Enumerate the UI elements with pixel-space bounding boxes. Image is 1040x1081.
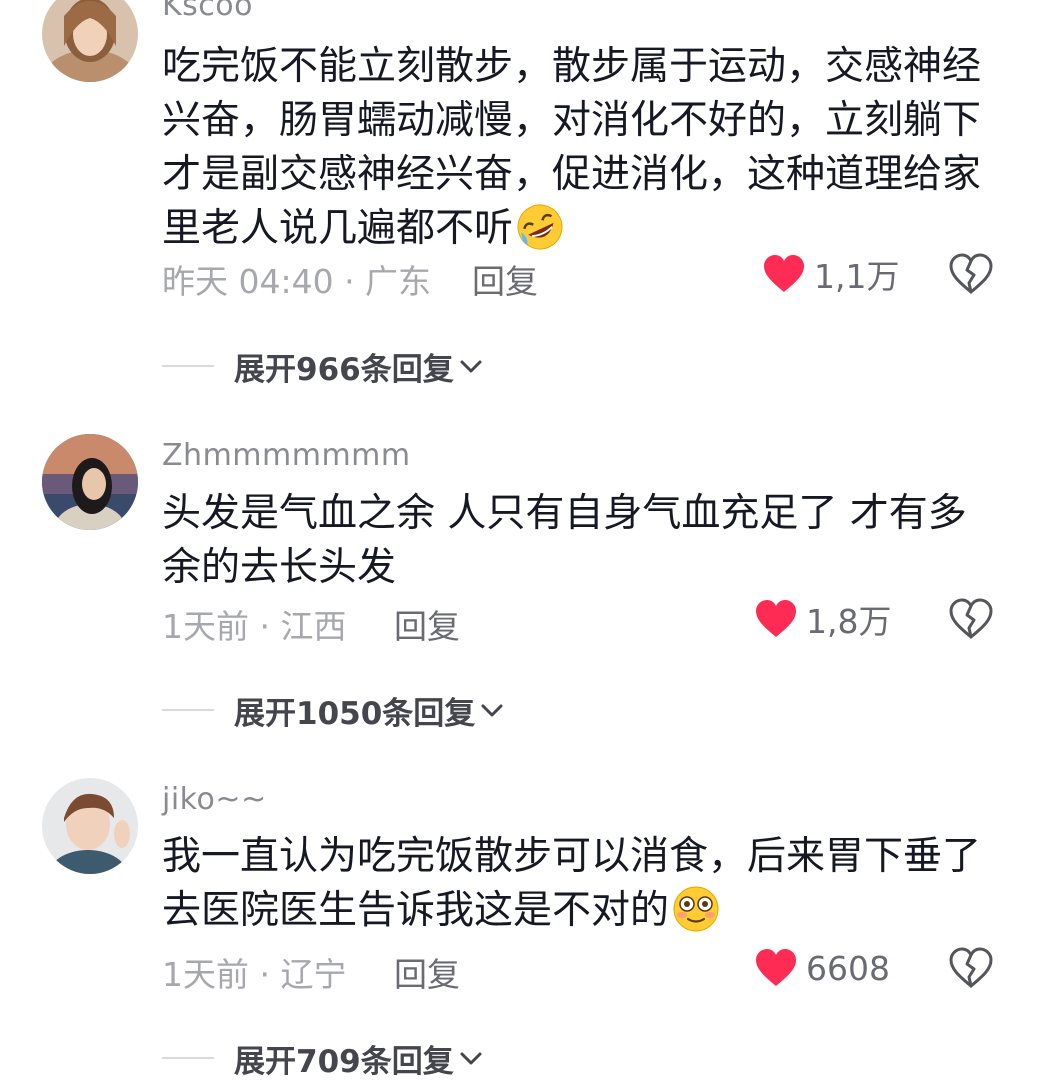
like-count: 1,1万 xyxy=(814,257,900,296)
comment-meta: 1天前 · 辽宁 xyxy=(162,955,347,994)
broken-heart-icon xyxy=(949,598,993,639)
comment-text: 吃完饭不能立刻散步，散步属于运动，交感神经兴奋，肠胃蠕动减慢，对消化不好的，立刻… xyxy=(162,40,982,256)
avatar-image-icon xyxy=(42,0,138,82)
expand-replies-label: 展开709条回复 xyxy=(234,1043,454,1080)
expand-replies-button[interactable]: 展开966条回复 xyxy=(162,344,484,388)
like-button[interactable]: 6608 xyxy=(754,946,890,990)
like-count: 6608 xyxy=(806,948,890,988)
reply-button[interactable]: 回复 xyxy=(472,255,538,303)
expand-replies-label: 展开966条回复 xyxy=(234,351,454,388)
rolling-on-floor-laughing-emoji xyxy=(517,204,563,249)
username[interactable]: jiko~~ xyxy=(162,782,267,817)
dislike-button[interactable] xyxy=(948,598,994,640)
expand-replies-button[interactable]: 展开709条回复 xyxy=(162,1036,484,1080)
avatar-image-icon xyxy=(42,434,138,530)
avatar[interactable] xyxy=(42,434,138,530)
comment-text: 头发是气血之余 人只有自身气血充足了 才有多余的去长头发 xyxy=(162,487,982,595)
username[interactable]: Zhmmmmmmm xyxy=(162,438,411,473)
like-count: 1,8万 xyxy=(806,602,892,641)
expand-divider xyxy=(162,1057,214,1059)
reply-button[interactable]: 回复 xyxy=(394,600,460,648)
heart-filled-icon xyxy=(756,600,796,637)
expand-divider xyxy=(162,709,214,711)
like-button[interactable]: 1,8万 xyxy=(754,597,891,641)
chevron-down-icon xyxy=(460,1052,482,1065)
comment-text-content: 吃完饭不能立刻散步，散步属于运动，交感神经兴奋，肠胃蠕动减慢，对消化不好的，立刻… xyxy=(162,44,982,251)
reply-button[interactable]: 回复 xyxy=(394,948,460,996)
comment-meta: 昨天 04:40 · 广东 xyxy=(162,262,432,301)
avatar-image-icon xyxy=(42,778,138,874)
dislike-button[interactable] xyxy=(948,947,994,989)
heart-filled-icon xyxy=(764,255,804,292)
avatar[interactable] xyxy=(42,778,138,874)
expand-replies-label: 展开1050条回复 xyxy=(234,695,476,732)
like-button[interactable]: 1,1万 xyxy=(762,252,899,296)
chevron-down-icon xyxy=(460,360,482,373)
comment-meta: 1天前 · 江西 xyxy=(162,607,347,646)
dislike-button[interactable] xyxy=(948,253,994,295)
comment-text-content: 头发是气血之余 人只有自身气血充足了 才有多余的去长头发 xyxy=(162,491,967,590)
avatar[interactable] xyxy=(42,0,138,82)
broken-heart-icon xyxy=(949,253,993,294)
comment-text: 我一直认为吃完饭散步可以消食，后来胃下垂了去医院医生告诉我这是不对的 xyxy=(162,830,982,938)
expand-replies-button[interactable]: 展开1050条回复 xyxy=(162,688,505,732)
expand-divider xyxy=(162,365,214,367)
broken-heart-icon xyxy=(949,947,993,988)
heart-filled-icon xyxy=(756,949,796,986)
comment-text-content: 我一直认为吃完饭散步可以消食，后来胃下垂了去医院医生告诉我这是不对的 xyxy=(162,834,982,933)
flushed-face-emoji xyxy=(673,886,719,931)
username[interactable]: Kscoo xyxy=(162,0,253,23)
chevron-down-icon xyxy=(481,704,503,717)
